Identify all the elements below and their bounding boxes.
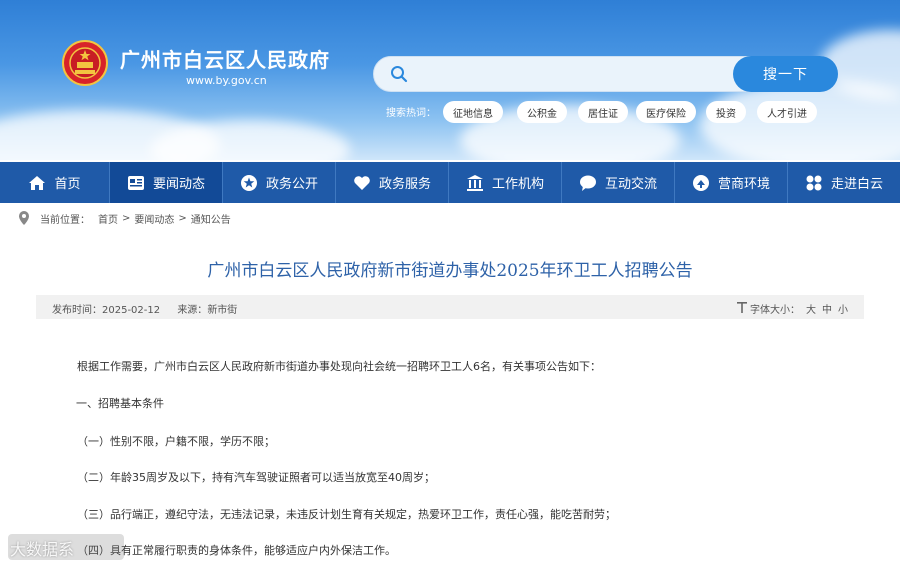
star-icon [240,174,257,191]
national-emblem-icon[interactable] [62,40,108,86]
font-size-small[interactable]: 小 [838,301,848,316]
chat-icon [579,175,596,191]
nav-label: 走进白云 [830,177,883,192]
nav-label: 营商环境 [717,177,770,192]
nav-item-gov-service[interactable]: 政务服务 [336,162,449,203]
breadcrumb: 当前位置： 首页 > 要闻动态 > 通知公告 [18,209,231,227]
nav-item-gov-open[interactable]: 政务公开 [223,162,336,203]
hot-tag-invest[interactable]: 投资 [706,101,746,123]
breadcrumb-separator: > [178,212,187,224]
nav-item-news[interactable]: 要闻动态 [110,162,223,203]
nav-label: 互动交流 [604,177,657,192]
nav-item-about[interactable]: 走进白云 [788,162,900,203]
font-size-icon [737,302,747,313]
source-value: 新市街 [207,305,238,316]
search-icon[interactable] [390,65,408,83]
main-nav: 首页 要闻动态 政务公开 政务服务 工作机构 互动交流 营商环境 走进白云 [0,162,900,203]
hot-tag-fund[interactable]: 公积金 [517,101,567,123]
nav-item-agencies[interactable]: 工作机构 [449,162,562,203]
publish-label: 发布时间： [52,305,102,316]
watermark: 大数据系 [10,540,75,559]
font-size-medium[interactable]: 中 [822,301,832,316]
site-domain: www.by.gov.cn [186,74,267,87]
building-icon [466,174,483,191]
location-pin-icon [19,211,29,225]
breadcrumb-home[interactable]: 首页 [98,211,118,226]
search-input[interactable] [414,60,724,88]
paragraph-intro: 根据工作需要，广州市白云区人民政府新市街道办事处现向社会统一招聘环卫工人6名，有… [77,360,601,373]
nav-item-interaction[interactable]: 互动交流 [562,162,675,203]
publish-date: 2025-02-12 [102,305,161,316]
search-button[interactable]: 搜一下 [733,56,838,92]
news-icon [127,175,144,190]
nav-label: 要闻动态 [152,177,205,192]
business-icon [692,174,709,191]
nav-label: 首页 [54,177,81,192]
grid-icon [806,175,822,190]
breadcrumb-notices[interactable]: 通知公告 [191,211,231,226]
nav-item-home[interactable]: 首页 [0,162,110,203]
paragraph-condition-4: （四）具有正常履行职责的身体条件，能够适应户内外保洁工作。 [77,544,396,557]
breadcrumb-news[interactable]: 要闻动态 [134,211,174,226]
hot-search-label: 搜索热词： [386,108,436,119]
nav-label: 政务公开 [265,177,318,192]
paragraph-condition-3: （三）品行端正，遵纪守法，无违法记录，未违反计划生育有关规定，热爱环卫工作，责任… [77,508,616,521]
nav-label: 政务服务 [378,177,431,192]
breadcrumb-separator: > [122,212,131,224]
paragraph-section-heading: 一、招聘基本条件 [76,397,164,410]
font-size-large[interactable]: 大 [806,301,816,316]
hot-tag-land[interactable]: 征地信息 [443,101,503,123]
paragraph-condition-1: （一）性别不限，户籍不限，学历不限； [77,435,275,448]
breadcrumb-label: 当前位置： [40,214,90,226]
paragraph-condition-2: （二）年龄35周岁及以下，持有汽车驾驶证照者可以适当放宽至40周岁； [77,471,435,484]
home-icon [29,175,46,190]
nav-item-business[interactable]: 营商环境 [675,162,788,203]
hot-tag-insurance[interactable]: 医疗保险 [636,101,696,123]
font-size-label: 字体大小： [750,305,800,316]
heart-icon [354,175,370,190]
site-title[interactable]: 广州市白云区人民政府 [120,44,330,73]
source-label: 来源： [177,305,208,316]
article-meta: 发布时间：2025-02-12 来源：新市街 字体大小： 大 中 小 [36,295,864,319]
hot-tag-residence[interactable]: 居住证 [578,101,628,123]
article-title: 广州市白云区人民政府新市街道办事处2025年环卫工人招聘公告 [207,261,693,281]
hot-tag-talent[interactable]: 人才引进 [757,101,817,123]
nav-label: 工作机构 [491,177,544,192]
